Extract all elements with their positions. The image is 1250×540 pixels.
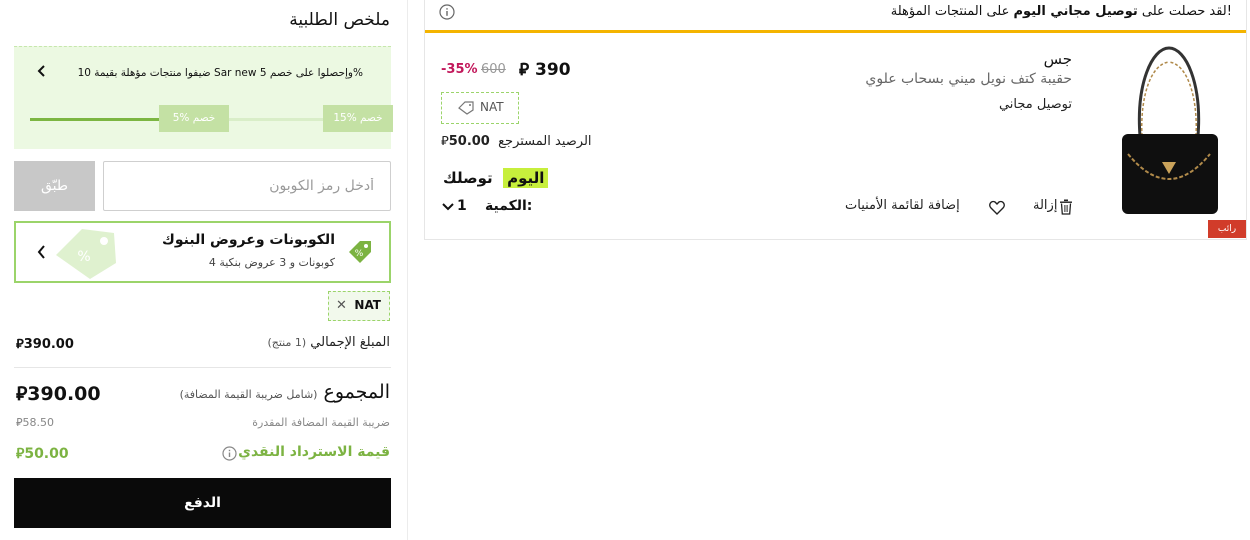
shipping-label: توصيل مجاني xyxy=(998,97,1072,112)
info-icon[interactable] xyxy=(439,4,455,20)
product-image[interactable] xyxy=(1114,44,1224,220)
promo-text: ضيفوا منتجات مؤهلة بقيمة 10 Sar new وإحص… xyxy=(77,67,363,79)
subtotal-label-text: المبلغ الإجمالي xyxy=(310,335,390,350)
add-to-wishlist-button[interactable]: إضافة لقائمة الأمنيات xyxy=(845,198,960,213)
quantity-label: الكمية: xyxy=(485,198,533,214)
coupon-row: طبّق xyxy=(14,161,391,211)
total-value: ⃁390.00 xyxy=(16,382,101,406)
delivery-estimate: اليوم توصلك xyxy=(443,168,549,188)
subtotal-value: ⃁390.00 xyxy=(16,335,74,352)
coupon-tag-icon: % xyxy=(349,241,371,263)
info-icon[interactable] xyxy=(222,446,237,461)
coupon-code-input[interactable] xyxy=(103,161,391,211)
chevron-left-icon[interactable] xyxy=(34,243,50,261)
vat-value: ⃁58.50 xyxy=(16,416,54,430)
promo-banner[interactable]: ضيفوا منتجات مؤهلة بقيمة 10 Sar new وإحص… xyxy=(14,46,393,149)
item-cashback: ⃁50.00 الرصيد المسترجع xyxy=(441,132,592,149)
total-note: (شامل ضريبة القيمة المضافة) xyxy=(179,388,318,401)
vat-label: ضريبة القيمة المضافة المقدرة xyxy=(252,416,390,429)
item-cashback-label: الرصيد المسترجع xyxy=(498,134,592,149)
applied-coupon-code: NAT xyxy=(354,298,381,312)
discount-badge: -35% xyxy=(441,62,478,77)
riyal-icon: ⃁ xyxy=(441,134,449,149)
cashback-label: قيمة الاسترداد النقدي xyxy=(238,444,390,460)
total-label-text: المجموع xyxy=(323,381,390,403)
delivery-label: توصلك xyxy=(443,169,493,187)
seller-badge: رائب xyxy=(1208,220,1246,238)
applied-coupon-chip: NAT ✕ xyxy=(328,291,390,321)
chevron-left-icon[interactable] xyxy=(34,63,50,79)
notice-text-bold: توصيل مجاني اليوم xyxy=(1013,4,1138,19)
quantity-select[interactable]: 1 xyxy=(457,198,467,214)
item-coupon-tag: NAT xyxy=(441,92,519,124)
svg-text:%: % xyxy=(355,249,364,259)
checkout-button[interactable]: الدفع xyxy=(14,478,391,528)
tier-15-badge: 15% خصم xyxy=(323,105,393,132)
cart-panel: لقد حصلت على توصيل مجاني اليوم على المنت… xyxy=(424,0,1247,240)
divider xyxy=(14,367,391,368)
remove-item-button[interactable]: إزالة xyxy=(1033,198,1057,213)
product-name[interactable]: حقيبة كتف نويل ميني بسحاب علوي xyxy=(865,71,1072,87)
subtotal-count: (1 منتج) xyxy=(267,336,307,349)
total-label: المجموع (شامل ضريبة القيمة المضافة) xyxy=(180,381,390,403)
total-amount: 390.00 xyxy=(27,383,101,405)
heart-icon[interactable] xyxy=(989,200,1005,215)
trash-icon[interactable] xyxy=(1059,199,1073,215)
chevron-down-icon[interactable] xyxy=(441,201,455,213)
coupons-bank-offers[interactable]: % الكوبونات وعروض البنوك 4 كوبونات و 3 ع… xyxy=(14,221,391,283)
riyal-icon: ⃁ xyxy=(519,60,530,80)
price-value: 390 xyxy=(535,60,571,80)
remove-coupon-icon[interactable]: ✕ xyxy=(336,298,347,313)
apply-coupon-button[interactable]: طبّق xyxy=(14,161,95,211)
riyal-icon: ⃁ xyxy=(16,383,28,405)
tier-5-badge: 5% خصم xyxy=(159,105,229,132)
cashback-value: ⃁50.00 xyxy=(16,444,69,462)
subtotal-amount: 390.00 xyxy=(23,337,74,352)
notice-text: لقد حصلت على توصيل مجاني اليوم على المنت… xyxy=(891,4,1232,19)
svg-text:%: % xyxy=(77,249,90,265)
riyal-icon: ⃁ xyxy=(16,337,24,352)
offers-subtitle: 4 كوبونات و 3 عروض بنكية xyxy=(208,256,335,269)
item-coupon-code: NAT xyxy=(480,100,504,114)
promo-progress-fill xyxy=(30,118,168,121)
order-summary: ملخص الطلبية ضيفوا منتجات مؤهلة بقيمة 10… xyxy=(0,0,408,540)
product-price: ⃁ 390 xyxy=(519,58,571,80)
item-cashback-value: 50.00 xyxy=(448,134,490,149)
vat-amount: 58.50 xyxy=(22,416,55,429)
subtotal-label: المبلغ الإجمالي (1 منتج) xyxy=(267,335,390,350)
product-brand[interactable]: جس xyxy=(1044,50,1072,68)
cashback-amount: 50.00 xyxy=(24,446,69,462)
old-price: 600 xyxy=(481,62,506,77)
tag-icon xyxy=(458,101,474,115)
notice-text-pre: لقد حصلت على xyxy=(1137,4,1227,19)
delivery-day: اليوم xyxy=(503,168,549,188)
summary-title: ملخص الطلبية xyxy=(289,10,390,30)
decorative-tag-icon: % xyxy=(56,229,116,279)
free-delivery-notice: لقد حصلت على توصيل مجاني اليوم على المنت… xyxy=(425,0,1246,33)
offers-title: الكوبونات وعروض البنوك xyxy=(162,232,335,248)
